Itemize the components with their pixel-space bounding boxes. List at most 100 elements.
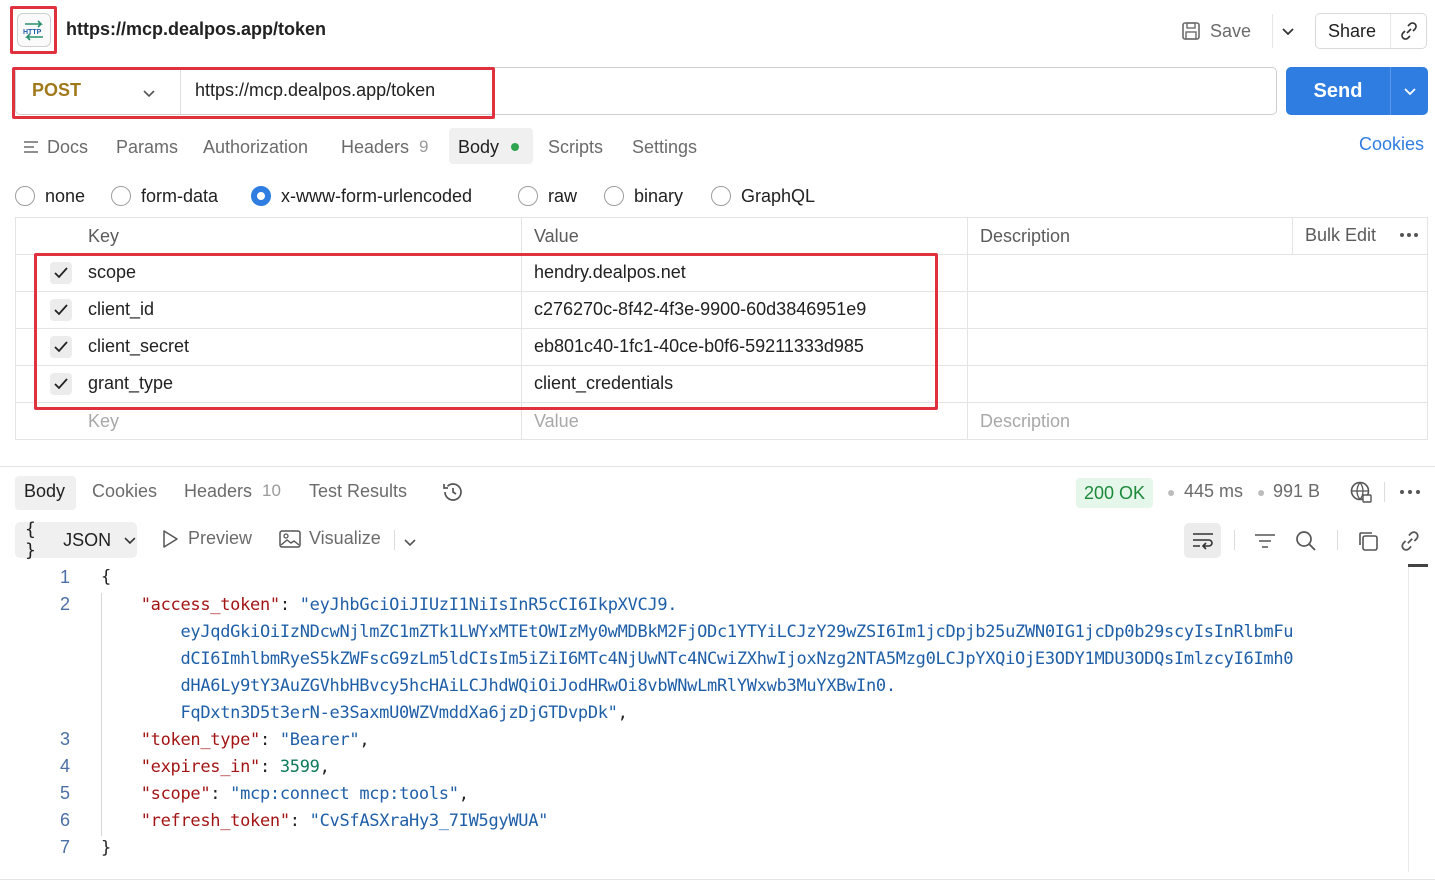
- copy-icon[interactable]: [1355, 528, 1381, 554]
- body-active-dot: [511, 143, 520, 151]
- toolbar-divider: [1337, 530, 1338, 550]
- search-icon[interactable]: [1293, 528, 1319, 554]
- toolbar-divider: [394, 530, 395, 550]
- play-icon: [163, 529, 178, 548]
- radio-graphql-label: GraphQL: [741, 185, 816, 206]
- line-number: 1: [59, 567, 70, 587]
- response-body-code[interactable]: 1 2 3 4 5 6 7 { "access_token": "eyJhbGc…: [0, 564, 1410, 864]
- visualize-button[interactable]: Visualize: [279, 528, 381, 549]
- request-title[interactable]: https://mcp.dealpos.app/token: [66, 19, 326, 40]
- radio-raw-label: raw: [548, 185, 578, 206]
- tab-docs[interactable]: Docs: [23, 134, 88, 160]
- radio-binary-label: binary: [634, 185, 684, 206]
- radio-none-label: none: [45, 185, 86, 206]
- json-string: dCI6ImhlbmRyeS5kZWFscG9zLm5ldCIsIm5iZiI6…: [180, 649, 1294, 669]
- radio-binary[interactable]: binary: [604, 184, 683, 208]
- send-button-group: Send: [1286, 67, 1428, 115]
- visualize-options-chevron-icon[interactable]: [403, 533, 417, 554]
- tab-docs-label: Docs: [47, 136, 89, 157]
- line-number: 2: [59, 594, 70, 614]
- tab-settings[interactable]: Settings: [632, 134, 697, 160]
- request-type-icon-highlight: HTTP: [10, 6, 57, 54]
- new-value-input[interactable]: Value: [534, 411, 579, 432]
- send-button[interactable]: Send: [1286, 80, 1390, 103]
- new-description-input[interactable]: Description: [980, 411, 1070, 432]
- json-number: 3599: [279, 757, 320, 777]
- json-key: "expires_in": [140, 757, 261, 777]
- format-select[interactable]: { } JSON: [15, 519, 137, 561]
- response-tab-headers[interactable]: Headers 10: [184, 481, 281, 502]
- tab-scripts[interactable]: Scripts: [548, 134, 603, 160]
- line-number: 7: [59, 837, 70, 857]
- radio-circle: [15, 186, 35, 206]
- tab-authorization[interactable]: Authorization: [203, 134, 308, 160]
- radio-urlencoded[interactable]: x-www-form-urlencoded: [251, 184, 472, 208]
- preview-button[interactable]: Preview: [160, 528, 252, 549]
- link-icon[interactable]: [1397, 528, 1423, 554]
- response-tab-cookies[interactable]: Cookies: [92, 481, 157, 502]
- column-header-key: Key: [88, 226, 120, 246]
- braces-icon: { }: [25, 519, 36, 561]
- code-line: "token_type": "Bearer",: [140, 730, 370, 750]
- code-line: "access_token": "eyJhbGciOiJIUzI1NiIsInR…: [140, 595, 678, 615]
- wrap-lines-button[interactable]: [1184, 523, 1221, 558]
- response-more-icon[interactable]: [1398, 481, 1422, 508]
- code-line: "refresh_token": "CvSfASXraHy3_7IW5gyWUA…: [140, 811, 549, 831]
- json-string: FqDxtn3D5t3erN-e3SaxmU0WZVmddXa6jzDjGTDv…: [180, 703, 618, 723]
- tab-params[interactable]: Params: [116, 134, 178, 160]
- bulk-edit-button[interactable]: Bulk Edit: [1305, 225, 1376, 246]
- radio-urlencoded-label: x-www-form-urlencoded: [281, 185, 473, 206]
- preview-label: Preview: [188, 528, 253, 548]
- json-string: eyJqdGkiOiIzNDcwNjlmZC1mZTk1LWYxMTEtOWIz…: [180, 622, 1294, 642]
- share-button[interactable]: Share: [1316, 21, 1390, 42]
- meta-separator: ●: [1257, 484, 1266, 500]
- history-icon[interactable]: [441, 480, 465, 509]
- svg-text:HTTP: HTTP: [23, 29, 42, 36]
- scrollbar-track[interactable]: [1408, 567, 1409, 872]
- scrollbar-thumb[interactable]: [1408, 564, 1428, 567]
- copy-link-button[interactable]: [1390, 14, 1426, 48]
- radio-none[interactable]: none: [15, 184, 85, 208]
- radio-form-data-label: form-data: [141, 185, 219, 206]
- json-key: "refresh_token": [140, 811, 290, 831]
- network-globe-icon[interactable]: [1349, 480, 1373, 509]
- docs-icon: [24, 141, 38, 153]
- radio-raw[interactable]: raw: [518, 184, 577, 208]
- meta-divider: [1384, 482, 1385, 502]
- radio-circle: [711, 186, 731, 206]
- code-line: dCI6ImhlbmRyeS5kZWFscG9zLm5ldCIsIm5iZiI6…: [101, 649, 1293, 669]
- more-options-icon[interactable]: [1398, 224, 1420, 251]
- save-button[interactable]: Save: [1180, 14, 1251, 48]
- chevron-down-icon: [124, 537, 136, 545]
- link-icon: [1400, 22, 1417, 40]
- json-key: "scope": [140, 784, 211, 804]
- open-brace: {: [101, 567, 111, 587]
- response-tab-body[interactable]: Body: [24, 481, 65, 502]
- radio-graphql[interactable]: GraphQL: [711, 184, 815, 208]
- json-string: dHA6Ly9tY3AuZGVhbHBvcy5hcHAiLCJhdWQiOiJo…: [180, 676, 896, 696]
- radio-circle: [604, 186, 624, 206]
- code-line: {: [101, 567, 111, 587]
- code-line: dHA6Ly9tY3AuZGVhbHBvcy5hcHAiLCJhdWQiOiJo…: [101, 676, 896, 696]
- image-icon: [279, 529, 301, 548]
- column-header-value: Value: [534, 226, 579, 246]
- json-string: "Bearer": [279, 730, 360, 750]
- cookies-link[interactable]: Cookies: [1359, 134, 1424, 155]
- visualize-label: Visualize: [309, 528, 381, 548]
- http-icon: HTTP: [16, 13, 51, 47]
- code-line: "scope": "mcp:connect mcp:tools",: [140, 784, 469, 804]
- wrap-icon: [1192, 532, 1213, 550]
- chevron-down-icon: [1403, 88, 1416, 96]
- tab-body[interactable]: Body: [458, 134, 520, 160]
- response-tab-test-results[interactable]: Test Results: [309, 481, 407, 502]
- radio-form-data[interactable]: form-data: [111, 184, 218, 208]
- tab-body-label: Body: [458, 136, 500, 157]
- save-options-button[interactable]: [1272, 14, 1302, 48]
- radio-circle: [111, 186, 131, 206]
- line-number: 5: [59, 783, 70, 803]
- new-key-input[interactable]: Key: [88, 411, 119, 432]
- code-line: "expires_in": 3599,: [140, 757, 330, 777]
- filter-icon[interactable]: [1252, 528, 1278, 554]
- tab-headers[interactable]: Headers 9: [341, 134, 429, 160]
- send-options-button[interactable]: [1390, 67, 1428, 115]
